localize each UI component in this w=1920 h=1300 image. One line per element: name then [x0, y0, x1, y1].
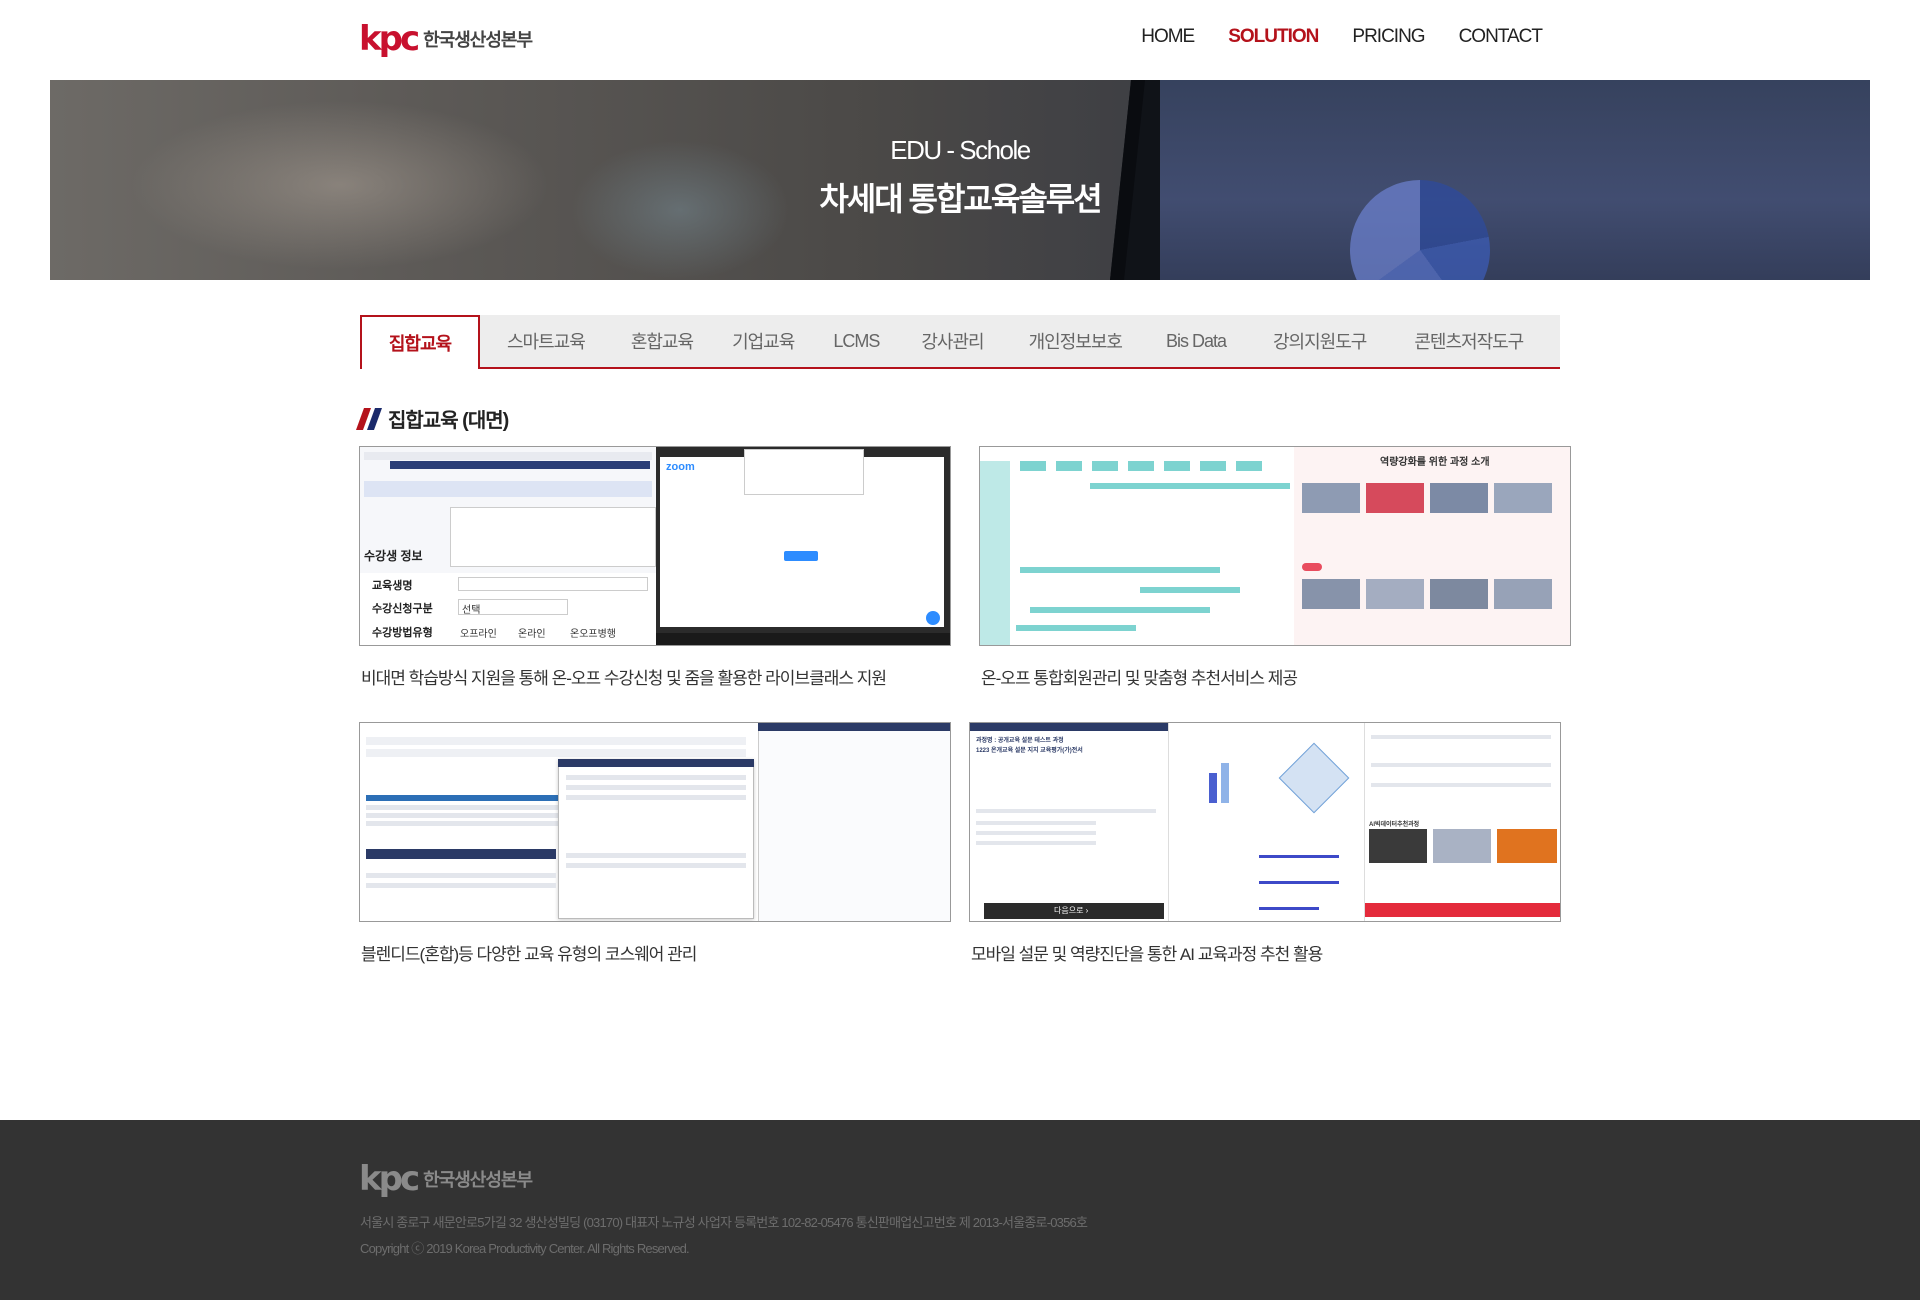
nav-contact[interactable]: CONTACT [1459, 26, 1543, 48]
feature-caption: 비대면 학습방식 지원을 통해 온-오프 수강신청 및 줌을 활용한 라이브클래… [361, 669, 887, 688]
shot-label: 교육생명 [372, 580, 413, 592]
tab-lcms[interactable]: LCMS [814, 315, 898, 367]
footer-logo-mark: kpc [359, 1159, 420, 1199]
mobile-survey-image: 과정명 : 공개교육 설문 테스트 과정 1223 온개교육 설문 지지 교육평… [970, 723, 1168, 921]
shot-heading: 과정명 : 공개교육 설문 테스트 과정 [976, 738, 1064, 744]
site-footer: kpc 한국생산성본부 서울시 종로구 새문안로5가길 32 생산성빌딩 (03… [0, 1120, 1920, 1300]
schedule-table-image [980, 447, 1294, 645]
courseware-admin-image [360, 723, 950, 921]
tab-lecture-tools[interactable]: 강의지원도구 [1248, 315, 1391, 367]
site-header: kpc 한국생산성본부 HOME SOLUTION PRICING CONTAC… [0, 0, 1920, 80]
shot-ai-label: AI빅데이터추천과정 [1369, 822, 1420, 828]
hero-banner: EDU - Schole 차세대 통합교육솔루션 [50, 80, 1870, 280]
course-intro-image: 역량강화를 위한 과정 소개 [1294, 447, 1570, 645]
main-nav: HOME SOLUTION PRICING CONTACT [1107, 26, 1543, 48]
footer-logo: kpc 한국생산성본부 [359, 1159, 533, 1199]
shot-next-button: 다음으로 › [1054, 906, 1089, 915]
tab-group-education[interactable]: 집합교육 [360, 315, 480, 369]
feature-caption: 블렌디드(혼합)등 다양한 교육 유형의 코스웨어 관리 [361, 945, 697, 964]
shot-radio: 온오프병행 [570, 629, 616, 640]
footer-address: 서울시 종로구 새문안로5가길 32 생산성빌딩 (03170) 대표자 노규성… [360, 1215, 1088, 1230]
logo-text: 한국생산성본부 [423, 30, 533, 50]
kpc-logo[interactable]: kpc 한국생산성본부 [359, 19, 533, 59]
nav-home[interactable]: HOME [1141, 26, 1195, 48]
shot-radio: 온라인 [518, 629, 546, 640]
admin-panel-image: 수강생 정보 교육생명 수강신청구분 선택 수강방법유형 오프라인 온라인 온오… [360, 447, 656, 645]
shot-select: 선택 [462, 605, 481, 616]
feature-caption: 모바일 설문 및 역량진단을 통한 AI 교육과정 추천 활용 [971, 945, 1323, 964]
feature-screenshot[interactable] [359, 722, 951, 922]
tab-content-authoring[interactable]: 콘텐츠저작도구 [1391, 315, 1546, 367]
diagnosis-chart-image [1168, 723, 1364, 921]
zoom-logo: zoom [666, 461, 695, 473]
solution-tabs: 집합교육 스마트교육 혼합교육 기업교육 LCMS 강사관리 개인정보보호 Bi… [360, 315, 1560, 369]
shot-label: 수강생 정보 [364, 549, 423, 563]
shot-subheading: 1223 온개교육 설문 지지 교육평가(가)전서 [976, 748, 1083, 754]
tab-blended-education[interactable]: 혼합교육 [612, 315, 712, 367]
zoom-window-image: zoom [656, 447, 950, 645]
ai-recommend-image: AI빅데이터추천과정 [1364, 723, 1560, 921]
shot-heading: 역량강화를 위한 과정 소개 [1380, 457, 1490, 468]
hero-title: 차세대 통합교육솔루션 [819, 181, 1102, 217]
nav-solution[interactable]: SOLUTION [1228, 26, 1319, 48]
feature-screenshot[interactable]: 역량강화를 위한 과정 소개 [979, 446, 1571, 646]
tab-privacy[interactable]: 개인정보보호 [1007, 315, 1144, 367]
tab-bis-data[interactable]: Bis Data [1144, 315, 1248, 367]
shot-radio: 오프라인 [460, 629, 497, 640]
hero-tagline: EDU - Schole [890, 135, 1031, 165]
tab-smart-education[interactable]: 스마트교육 [480, 315, 612, 367]
logo-mark: kpc [359, 19, 420, 59]
feature-screenshot[interactable]: 수강생 정보 교육생명 수강신청구분 선택 수강방법유형 오프라인 온라인 온오… [359, 446, 951, 646]
nav-pricing[interactable]: PRICING [1352, 26, 1425, 48]
shot-label: 수강방법유형 [372, 627, 433, 639]
section-heading: 집합교육 (대면) [388, 410, 509, 432]
tab-corporate-education[interactable]: 기업교육 [712, 315, 814, 367]
feature-caption: 온-오프 통합회원관리 및 맞춤형 추천서비스 제공 [981, 669, 1298, 688]
tab-instructor-management[interactable]: 강사관리 [898, 315, 1006, 367]
shot-label: 수강신청구분 [372, 603, 433, 615]
footer-logo-text: 한국생산성본부 [423, 1170, 533, 1190]
feature-screenshot[interactable]: 과정명 : 공개교육 설문 테스트 과정 1223 온개교육 설문 지지 교육평… [969, 722, 1561, 922]
footer-copyright: Copyright ⓒ 2019 Korea Productivity Cent… [360, 1241, 690, 1256]
section-title: 집합교육 (대면) [355, 404, 509, 433]
